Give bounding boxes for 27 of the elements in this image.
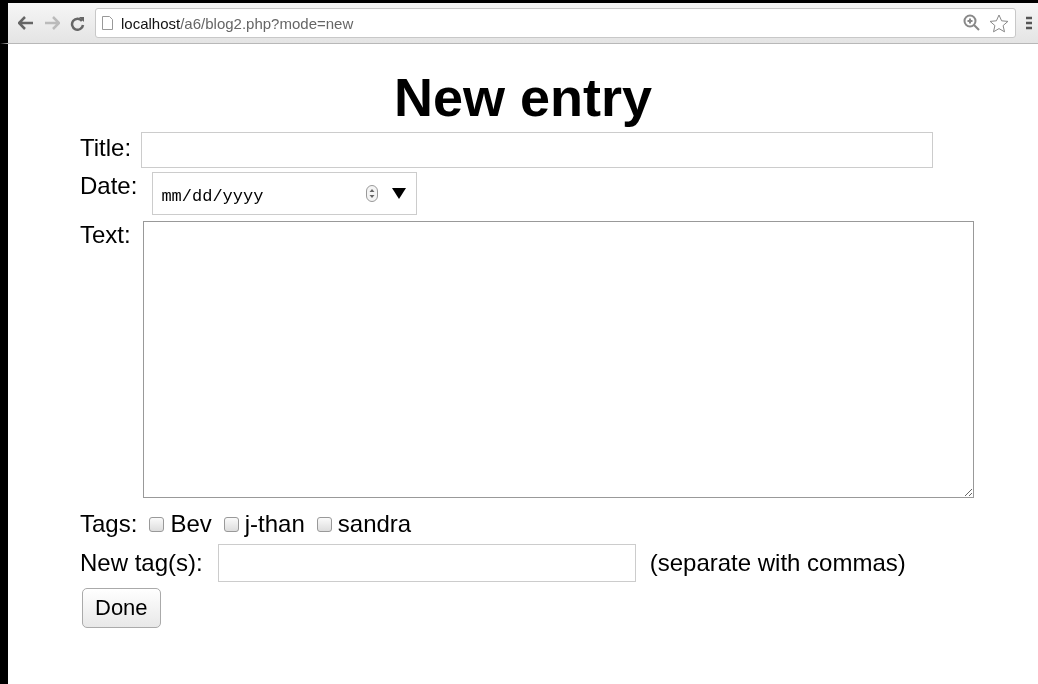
- checkbox-label[interactable]: j-than: [244, 510, 305, 539]
- spinner-icon[interactable]: [366, 185, 379, 203]
- star-icon[interactable]: [989, 13, 1009, 33]
- address-bar[interactable]: localhost/a6/blog2.php?mode=new: [95, 8, 1016, 38]
- field-label: Tags:: [80, 510, 138, 539]
- checkbox[interactable]: [149, 516, 165, 532]
- page-icon: [102, 16, 113, 30]
- checkbox[interactable]: [223, 516, 239, 532]
- checkbox[interactable]: [316, 516, 332, 532]
- title-field[interactable]: [141, 132, 934, 169]
- field-label: Text:: [80, 221, 131, 250]
- reload-icon[interactable]: [70, 15, 85, 31]
- field-label: Title:: [80, 134, 132, 163]
- checkbox-label[interactable]: sandra: [337, 510, 412, 539]
- date-field[interactable]: mm/dd/yyyy: [152, 172, 418, 216]
- forward-icon[interactable]: [44, 16, 60, 30]
- field-label: Date:: [80, 172, 138, 201]
- new-tags-field[interactable]: [217, 544, 636, 583]
- dropdown-arrow-icon[interactable]: [392, 188, 407, 200]
- menu-icon[interactable]: [1026, 16, 1032, 30]
- back-icon[interactable]: [18, 16, 34, 30]
- zoom-icon[interactable]: [963, 14, 981, 32]
- page-heading: New entry: [392, 66, 654, 129]
- hint-text: (separate with commas): [649, 549, 906, 578]
- checkbox-label[interactable]: Bev: [170, 510, 212, 539]
- field-label: New tag(s):: [80, 549, 203, 578]
- done-button[interactable]: Done: [82, 588, 161, 629]
